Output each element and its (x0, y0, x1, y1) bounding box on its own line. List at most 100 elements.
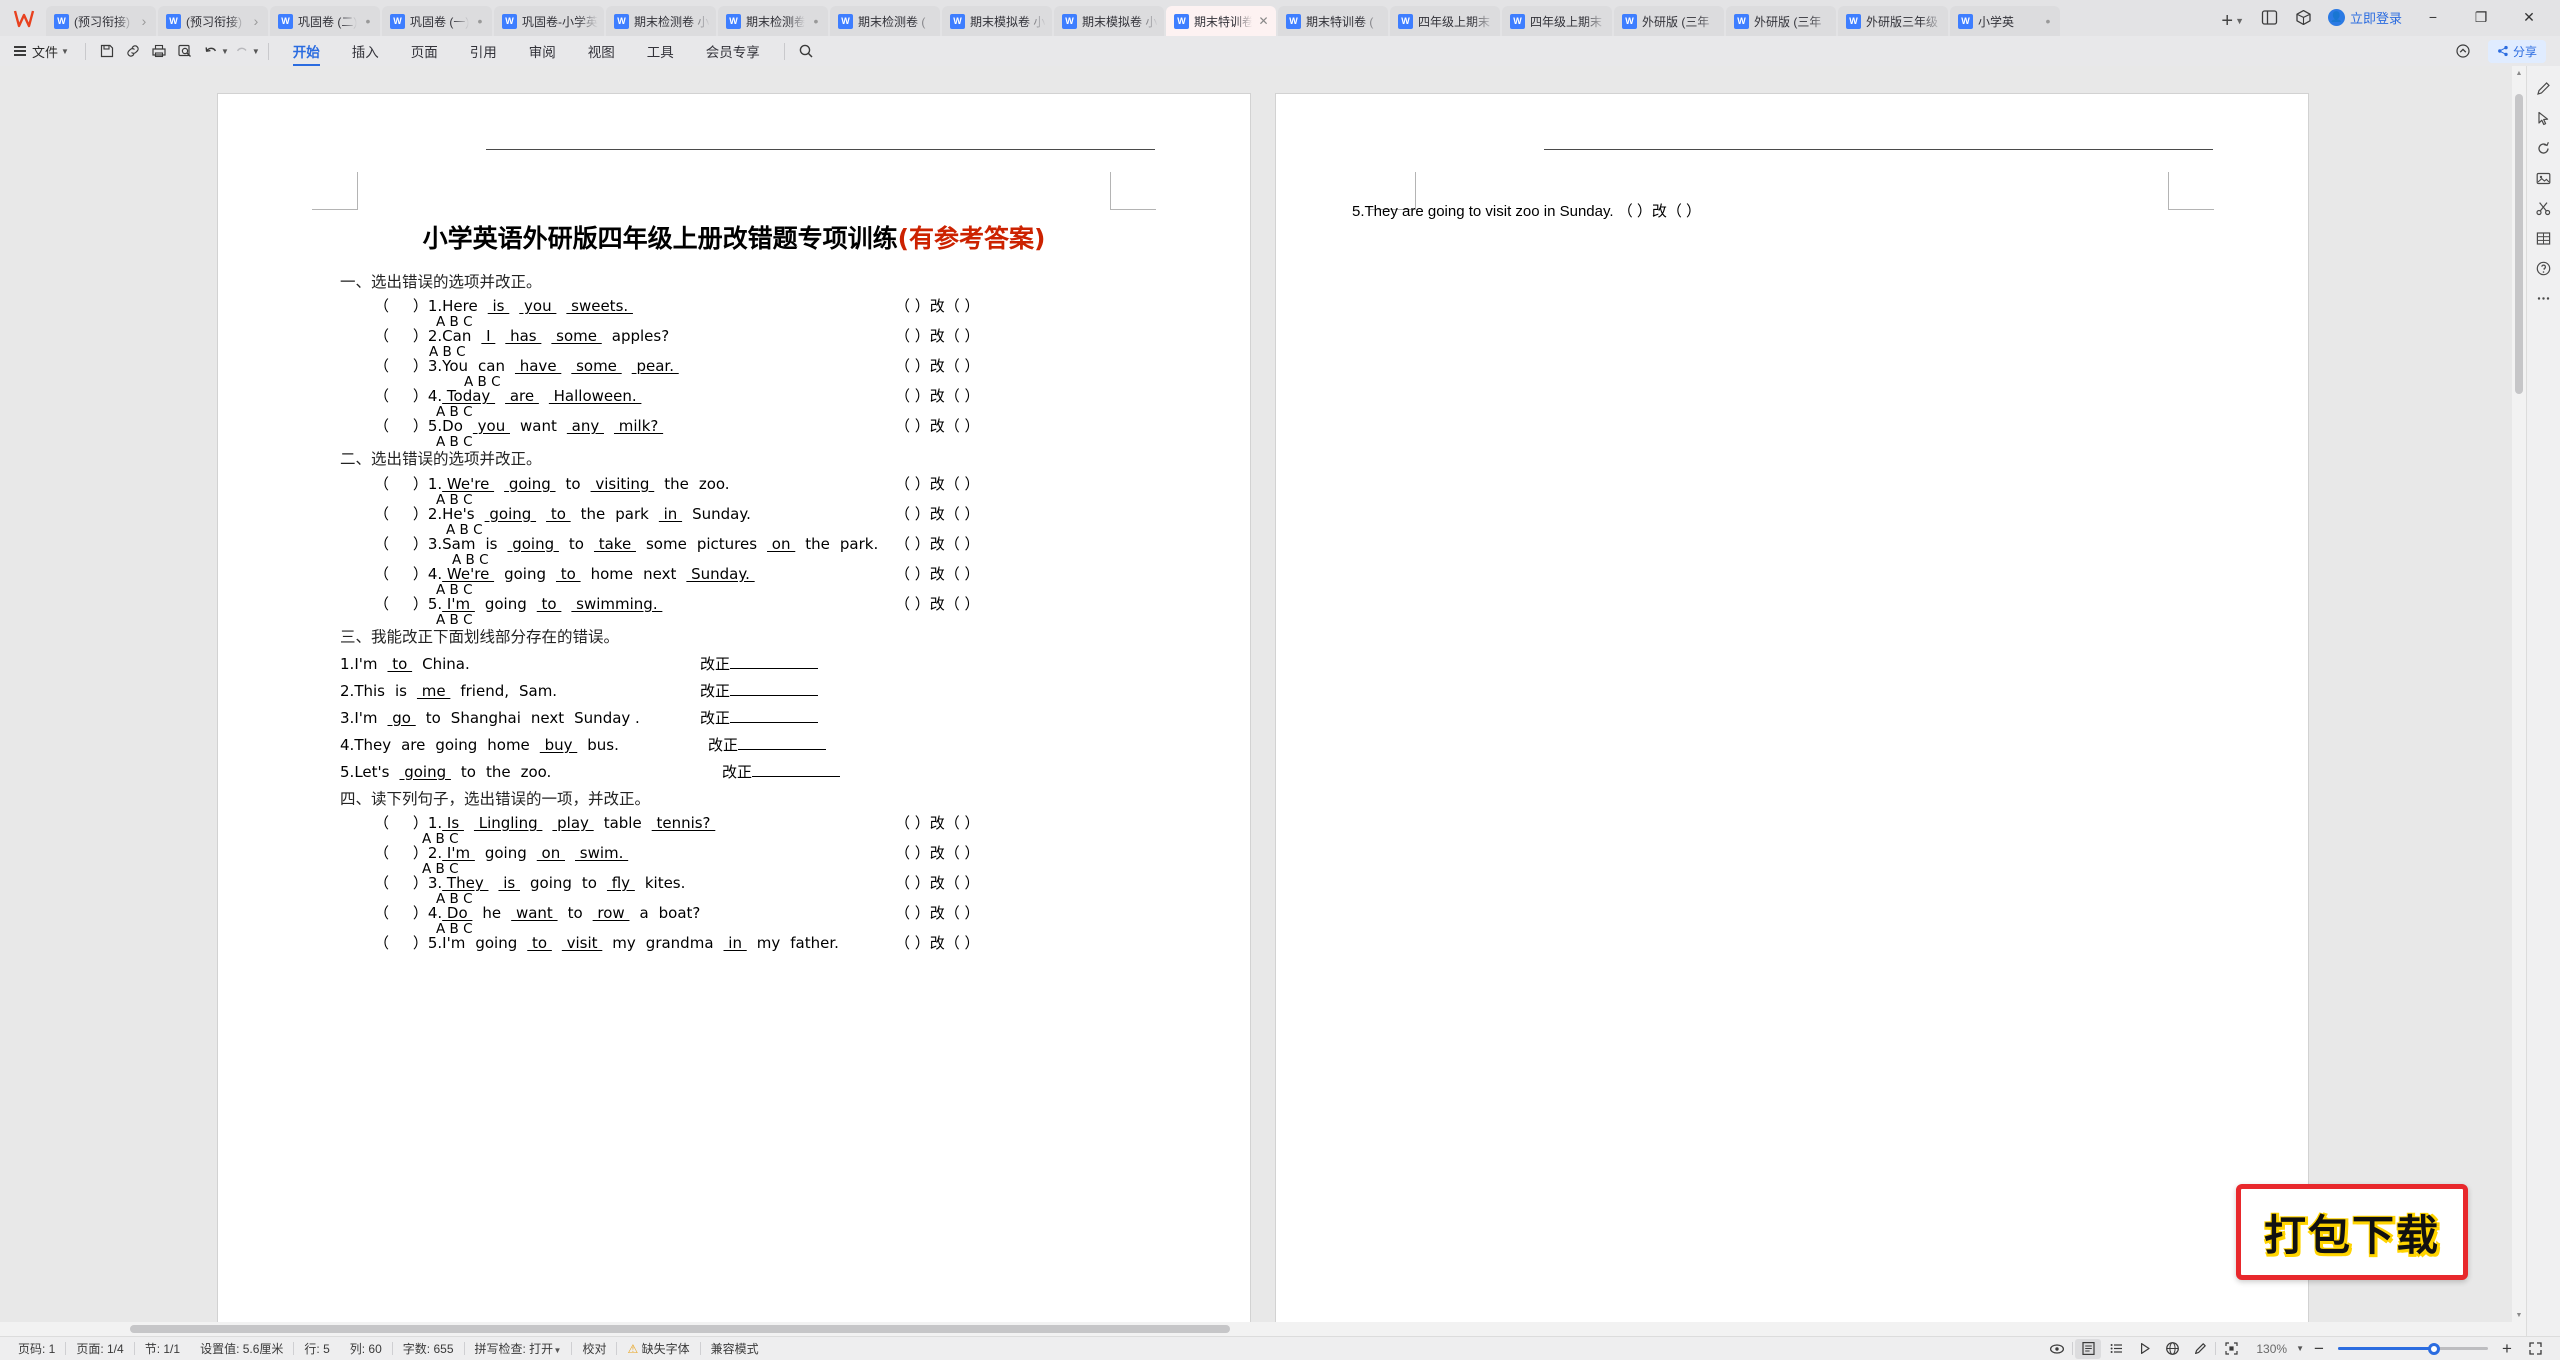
answer-blank[interactable]: （ ）改（ ） (895, 386, 980, 406)
zoom-in-button[interactable]: + (2494, 1339, 2520, 1359)
blank-line[interactable] (730, 656, 819, 669)
document-tab-13[interactable]: W 四年级上期末 (1502, 6, 1612, 36)
cursor-icon[interactable] (2530, 104, 2558, 132)
blank-line[interactable] (738, 737, 827, 750)
answer-blank[interactable]: （ ）改（ ） (895, 843, 980, 863)
zoom-level-label[interactable]: 130% (2246, 1342, 2297, 1356)
horizontal-scroll-thumb[interactable] (130, 1325, 1230, 1333)
ribbon-tab-2[interactable]: 页面 (395, 36, 454, 66)
play-view-icon[interactable] (2131, 1339, 2157, 1359)
zoom-chevron-down-icon[interactable]: ▼ (2296, 1344, 2304, 1353)
focus-icon[interactable] (2218, 1339, 2244, 1359)
ribbon-tab-4[interactable]: 审阅 (513, 36, 572, 66)
new-tab-button[interactable]: + ▼ (2215, 6, 2250, 36)
document-tab-12[interactable]: W 四年级上期末 (1390, 6, 1500, 36)
print-preview-icon[interactable] (172, 40, 198, 62)
ribbon-tab-0[interactable]: 开始 (277, 36, 336, 66)
scroll-up-arrow-icon[interactable]: ▲ (2512, 66, 2526, 80)
maximize-button[interactable]: ❐ (2464, 4, 2498, 30)
answer-blank[interactable]: （ ）改（ ） (895, 416, 980, 436)
blank-line[interactable] (730, 683, 819, 696)
zoom-slider[interactable] (2338, 1342, 2488, 1355)
answer-blank[interactable]: （ ）改（ ） (895, 564, 980, 584)
document-tab-1[interactable]: W (预习衔接) › (158, 6, 268, 36)
ribbon-tab-1[interactable]: 插入 (336, 36, 395, 66)
save-icon[interactable] (94, 40, 120, 62)
document-tab-5[interactable]: W 期末检测卷 小 (606, 6, 716, 36)
document-tab-9[interactable]: W 期末模拟卷 小 (1054, 6, 1164, 36)
answer-blank[interactable]: （ ）改（ ） (895, 356, 980, 376)
ribbon-tab-6[interactable]: 工具 (631, 36, 690, 66)
document-tab-3[interactable]: W 巩固卷 (一) • (382, 6, 492, 36)
document-tab-7[interactable]: W 期末检测卷 ( (830, 6, 940, 36)
more-icon[interactable] (2530, 284, 2558, 312)
blank-line[interactable] (752, 764, 841, 777)
print-icon[interactable] (146, 40, 172, 62)
document-tab-8[interactable]: W 期末模拟卷 小 (942, 6, 1052, 36)
document-tab-10[interactable]: W 期末特训卷 ✕ (1166, 6, 1276, 36)
rotate-icon[interactable] (2530, 134, 2558, 162)
close-window-button[interactable]: ✕ (2512, 4, 2546, 30)
outline-view-icon[interactable] (2103, 1339, 2129, 1359)
document-tab-6[interactable]: W 期末检测卷 • (718, 6, 828, 36)
status-spellcheck[interactable]: 拼写检查: 打开 ▼ (465, 1340, 572, 1357)
blank-line[interactable] (730, 710, 819, 723)
eye-icon[interactable] (2044, 1339, 2070, 1359)
zoom-out-button[interactable]: − (2306, 1339, 2332, 1359)
picture-icon[interactable] (2530, 164, 2558, 192)
document-tab-2[interactable]: W 巩固卷 (二) • (270, 6, 380, 36)
quick-access-customize-icon[interactable]: ▼ (252, 47, 260, 56)
vertical-scrollbar[interactable]: ▲ ▼ (2512, 66, 2526, 1322)
scissors-icon[interactable] (2530, 194, 2558, 222)
answer-blank[interactable]: （ ）改（ ） (895, 594, 980, 614)
close-tab-icon[interactable]: ✕ (1257, 15, 1270, 27)
status-proof[interactable]: 校对 (572, 1340, 616, 1357)
web-view-icon[interactable] (2159, 1339, 2185, 1359)
answer-blank[interactable]: （ ）改（ ） (895, 534, 980, 554)
document-page-2[interactable]: 5.They are going to visit zoo in Sunday.… (1276, 94, 2308, 1334)
correction-answer-blank[interactable]: 改正 (700, 705, 819, 732)
answer-blank[interactable]: （ ）改（ ） (895, 903, 980, 923)
document-tab-0[interactable]: W (预习衔接) › (46, 6, 156, 36)
fullscreen-icon[interactable] (2522, 1339, 2548, 1359)
zoom-slider-track[interactable] (2338, 1342, 2488, 1355)
download-package-button[interactable]: 打包下载 (2236, 1184, 2468, 1280)
page-view-icon[interactable] (2075, 1338, 2102, 1359)
brush-icon[interactable] (2187, 1339, 2213, 1359)
answer-blank[interactable]: （ ）改（ ） (895, 933, 980, 953)
search-icon[interactable] (793, 40, 819, 62)
answer-blank[interactable]: （ ）改（ ） (895, 813, 980, 833)
scroll-down-arrow-icon[interactable]: ▼ (2512, 1308, 2526, 1322)
status-missing-font[interactable]: ⚠ 缺失字体 (617, 1340, 699, 1357)
document-tab-11[interactable]: W 期末特训卷 ( (1278, 6, 1388, 36)
answer-blank[interactable]: （ ）改（ ） (895, 326, 980, 346)
collapse-ribbon-icon[interactable] (2450, 40, 2476, 62)
minimize-button[interactable]: − (2416, 4, 2450, 30)
document-tab-16[interactable]: W 外研版三年级 (1838, 6, 1948, 36)
correction-answer-blank[interactable]: 改正 (700, 651, 819, 678)
cube-icon[interactable] (2294, 7, 2314, 27)
new-tab-chevron-down-icon[interactable]: ▼ (2235, 16, 2244, 26)
vertical-scroll-thumb[interactable] (2515, 94, 2523, 394)
zoom-slider-knob[interactable] (2428, 1342, 2440, 1355)
answer-blank[interactable]: （ ）改（ ） (895, 474, 980, 494)
document-tab-15[interactable]: W 外研版 (三年 (1726, 6, 1836, 36)
ribbon-tab-3[interactable]: 引用 (454, 36, 513, 66)
help-icon[interactable] (2530, 254, 2558, 282)
undo-chevron-down-icon[interactable]: ▼ (221, 47, 229, 56)
share-button[interactable]: 分享 (2487, 39, 2546, 63)
panel-layout-icon[interactable] (2260, 7, 2280, 27)
correction-answer-blank[interactable]: 改正 (700, 678, 819, 705)
pen-icon[interactable] (2530, 74, 2558, 102)
table-icon[interactable] (2530, 224, 2558, 252)
file-menu-button[interactable]: 文件 ▼ (10, 42, 77, 61)
link-icon[interactable] (120, 40, 146, 62)
ribbon-tab-7[interactable]: 会员专享 (690, 36, 776, 66)
answer-blank[interactable]: （ ）改（ ） (895, 504, 980, 524)
answer-blank[interactable]: （ ）改（ ） (895, 296, 980, 316)
horizontal-scrollbar[interactable] (0, 1322, 2526, 1336)
document-page-1[interactable]: 小学英语外研版四年级上册改错题专项训练(有参考答案) 一、选出错误的选项并改正。… (218, 94, 1250, 1334)
document-tab-14[interactable]: W 外研版 (三年 (1614, 6, 1724, 36)
correction-answer-blank[interactable]: 改正 (722, 759, 841, 786)
spellcheck-chevron-down-icon[interactable]: ▼ (554, 1346, 562, 1355)
